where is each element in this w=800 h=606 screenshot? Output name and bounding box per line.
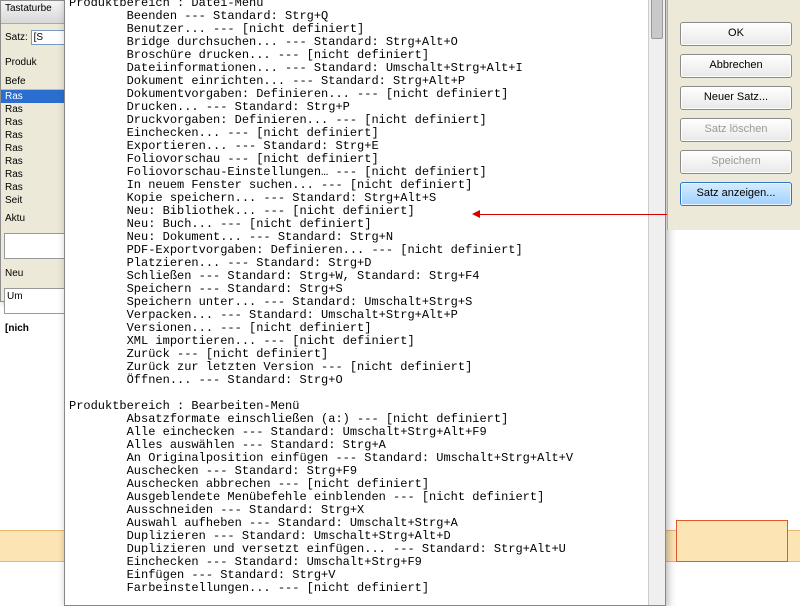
- new-set-button[interactable]: Neuer Satz...: [680, 86, 792, 110]
- show-set-button[interactable]: Satz anzeigen...: [680, 182, 792, 206]
- scrollbar-thumb[interactable]: [651, 0, 663, 39]
- satz-row: Satz:: [1, 24, 69, 51]
- list-item[interactable]: Seit: [1, 194, 69, 207]
- new-shortcut-box[interactable]: Um: [4, 288, 66, 314]
- nich-label: [nich: [1, 317, 69, 340]
- delete-set-button: Satz löschen: [680, 118, 792, 142]
- shortcut-listing-panel: Produktbereich : Datei-Menü Beenden --- …: [64, 0, 666, 606]
- list-item[interactable]: Ras: [1, 90, 69, 103]
- background-orange-box: [676, 520, 788, 562]
- cancel-button[interactable]: Abbrechen: [680, 54, 792, 78]
- background-dialog-title: Tastaturbe: [1, 1, 69, 24]
- list-item[interactable]: Ras: [1, 168, 69, 181]
- satz-label: Satz:: [5, 32, 28, 43]
- list-item[interactable]: Ras: [1, 116, 69, 129]
- shortcut-listing: Produktbereich : Datei-Menü Beenden --- …: [65, 0, 665, 597]
- button-column: OK Abbrechen Neuer Satz... Satz löschen …: [676, 22, 796, 214]
- list-item[interactable]: Ras: [1, 129, 69, 142]
- produk-label: Produk: [1, 51, 69, 74]
- save-button: Speichern: [680, 150, 792, 174]
- annotation-arrow-line: [478, 214, 678, 215]
- aktu-label: Aktu: [1, 207, 69, 230]
- background-dialog: Tastaturbe Satz: Produk Befe Ras Ras Ras…: [0, 0, 70, 302]
- befe-header: Befe: [1, 74, 69, 90]
- list-item[interactable]: Ras: [1, 142, 69, 155]
- scrollbar[interactable]: [648, 0, 665, 605]
- ok-button[interactable]: OK: [680, 22, 792, 46]
- neu-label: Neu: [1, 262, 69, 285]
- current-shortcut-box: [4, 233, 66, 259]
- list-item[interactable]: Ras: [1, 103, 69, 116]
- list-item[interactable]: Ras: [1, 155, 69, 168]
- list-item[interactable]: Ras: [1, 181, 69, 194]
